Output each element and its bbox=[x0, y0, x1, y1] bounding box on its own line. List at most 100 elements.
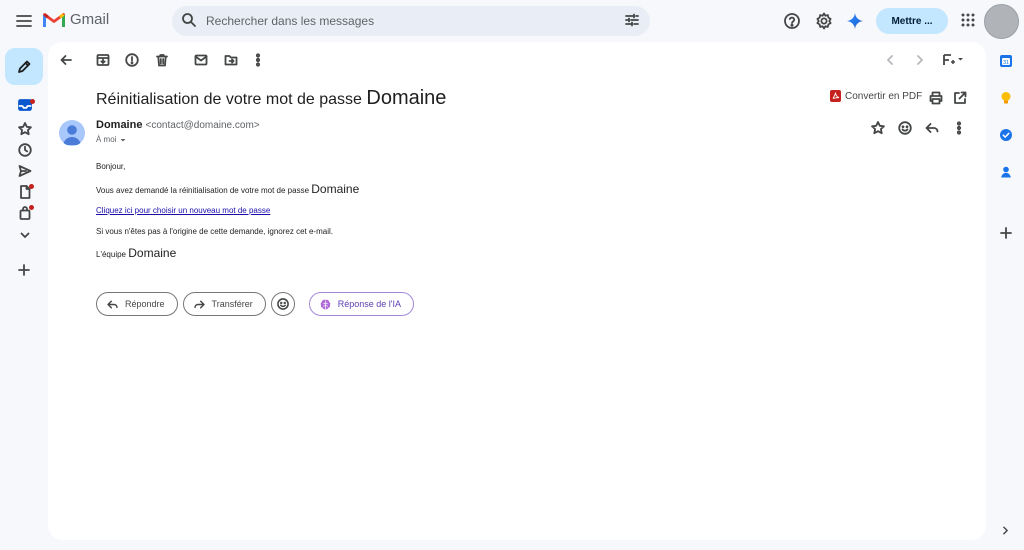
tasks-check-icon bbox=[1000, 129, 1012, 141]
apps-grid-icon bbox=[961, 13, 975, 27]
more-vert-icon bbox=[956, 121, 962, 135]
add-label-button[interactable] bbox=[16, 262, 32, 278]
chevron-right-icon bbox=[1003, 526, 1008, 535]
gemini-button[interactable] bbox=[846, 12, 864, 30]
newer-button[interactable] bbox=[882, 52, 898, 68]
input-tools-icon bbox=[943, 54, 963, 65]
message-more-button[interactable] bbox=[951, 120, 967, 136]
arrow-left-icon bbox=[60, 55, 72, 65]
chevron-down-icon bbox=[20, 232, 30, 238]
pencil-icon bbox=[18, 60, 31, 73]
rail-item-snoozed[interactable] bbox=[17, 142, 33, 158]
ai-reply-label: Réponse de l'IA bbox=[337, 299, 401, 309]
keep-app-button[interactable] bbox=[998, 90, 1014, 106]
pdf-icon bbox=[830, 90, 841, 102]
archive-button[interactable] bbox=[95, 52, 111, 68]
gemini-star-icon bbox=[847, 13, 863, 29]
get-addons-button[interactable] bbox=[998, 225, 1014, 241]
gmail-logo[interactable]: Gmail bbox=[43, 11, 109, 28]
drafts-badge bbox=[29, 184, 34, 189]
signoff-text: L'équipe bbox=[96, 250, 126, 259]
sender-avatar[interactable] bbox=[59, 120, 85, 146]
google-apps-button[interactable] bbox=[960, 12, 976, 28]
body-link-line: Cliquez ici pour choisir un nouveau mot … bbox=[96, 206, 270, 215]
mark-unread-button[interactable] bbox=[193, 52, 209, 68]
subject-text: Réinitialisation de votre mot de passe bbox=[96, 91, 362, 108]
reply-label: Répondre bbox=[125, 299, 165, 309]
star-button[interactable] bbox=[870, 120, 886, 136]
signoff-brand: Domaine bbox=[128, 246, 177, 260]
ai-reply-button[interactable]: Réponse de l'IA bbox=[308, 292, 414, 316]
reply-pill-button[interactable]: Répondre bbox=[96, 292, 178, 316]
more-options-button[interactable] bbox=[250, 52, 266, 68]
contacts-person-icon bbox=[1001, 166, 1011, 178]
delete-button[interactable] bbox=[154, 52, 170, 68]
rail-item-starred[interactable] bbox=[17, 121, 33, 137]
sender-name[interactable]: Domaine bbox=[96, 119, 142, 131]
sender-line: Domaine <contact@domaine.com> bbox=[96, 119, 260, 131]
menu-icon bbox=[16, 15, 32, 27]
star-icon bbox=[18, 122, 32, 136]
search-bar[interactable] bbox=[172, 6, 650, 36]
print-button[interactable] bbox=[928, 90, 944, 106]
open-new-window-button[interactable] bbox=[952, 90, 968, 106]
send-icon bbox=[18, 165, 32, 177]
body-line-1-brand: Domaine bbox=[311, 182, 360, 196]
gmail-m-icon bbox=[43, 13, 65, 27]
sender-email: <contact@domaine.com> bbox=[145, 120, 260, 131]
inbox-badge bbox=[30, 99, 35, 104]
archive-icon bbox=[96, 54, 110, 66]
older-button[interactable] bbox=[912, 52, 928, 68]
plus-icon bbox=[1000, 227, 1012, 239]
help-icon bbox=[784, 13, 800, 29]
body-line-2: Si vous n'êtes pas à l'origine de cette … bbox=[96, 227, 333, 236]
gear-icon bbox=[816, 12, 832, 30]
folder-move-icon bbox=[224, 55, 238, 66]
report-spam-button[interactable] bbox=[124, 52, 140, 68]
contacts-app-button[interactable] bbox=[998, 164, 1014, 180]
chevron-right-icon bbox=[917, 55, 923, 65]
reply-icon bbox=[925, 123, 939, 133]
main-menu-button[interactable] bbox=[14, 11, 34, 31]
search-icon[interactable] bbox=[181, 12, 197, 28]
input-tools-button[interactable] bbox=[942, 52, 964, 68]
reset-password-link[interactable]: Cliquez ici pour choisir un nouveau mot … bbox=[96, 206, 270, 215]
person-icon bbox=[63, 125, 81, 145]
move-to-button[interactable] bbox=[223, 52, 239, 68]
account-avatar[interactable] bbox=[984, 4, 1019, 39]
search-options-icon[interactable] bbox=[624, 12, 640, 28]
chevron-left-icon bbox=[887, 55, 893, 65]
body-greeting: Bonjour, bbox=[96, 162, 126, 171]
app-name: Gmail bbox=[70, 11, 110, 28]
body-signoff: L'équipe Domaine bbox=[96, 246, 176, 260]
react-emoji-button[interactable] bbox=[897, 120, 913, 136]
recipient-details-toggle[interactable]: À moi bbox=[96, 135, 127, 144]
reply-button[interactable] bbox=[924, 120, 940, 136]
emoji-icon bbox=[898, 121, 912, 135]
rail-item-sent[interactable] bbox=[17, 163, 33, 179]
rail-item-more[interactable] bbox=[17, 227, 33, 243]
top-bar: Gmail Mettre ... bbox=[0, 0, 1024, 42]
brain-icon bbox=[320, 299, 331, 309]
purchases-badge bbox=[29, 205, 34, 210]
settings-button[interactable] bbox=[814, 11, 834, 31]
pagination bbox=[882, 52, 964, 68]
body-line-1-text: Vous avez demandé la réinitialisation de… bbox=[96, 186, 310, 195]
report-icon bbox=[125, 53, 139, 67]
forward-label: Transférer bbox=[211, 299, 253, 309]
svg-text:31: 31 bbox=[1003, 60, 1009, 66]
forward-pill-button[interactable]: Transférer bbox=[182, 292, 266, 316]
back-button[interactable] bbox=[58, 52, 74, 68]
calendar-app-button[interactable]: 31 bbox=[998, 53, 1014, 69]
hide-side-panel-button[interactable] bbox=[999, 524, 1012, 537]
convert-pdf-button[interactable]: Convertir en PDF bbox=[830, 90, 922, 102]
open-external-icon bbox=[954, 91, 967, 104]
tasks-app-button[interactable] bbox=[998, 127, 1014, 143]
star-icon bbox=[871, 121, 885, 135]
plus-icon bbox=[18, 264, 30, 276]
upgrade-button[interactable]: Mettre ... bbox=[876, 8, 948, 34]
help-button[interactable] bbox=[782, 11, 802, 31]
compose-button[interactable] bbox=[5, 48, 43, 85]
search-input[interactable] bbox=[206, 6, 606, 36]
emoji-reaction-button[interactable] bbox=[270, 292, 295, 316]
